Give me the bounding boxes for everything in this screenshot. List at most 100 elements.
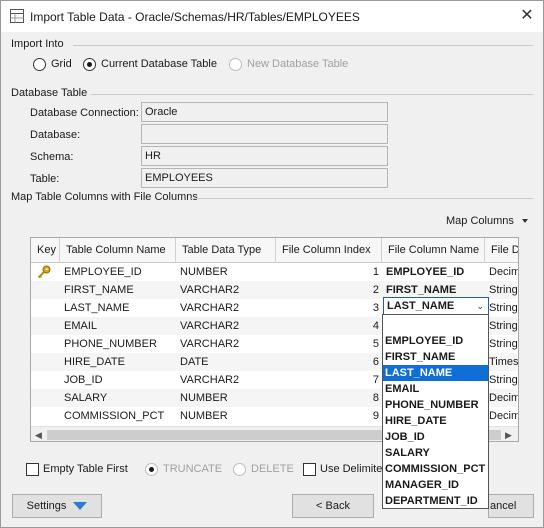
file-data-type-cell[interactable]: String: [485, 299, 518, 317]
header-table-data-type[interactable]: Table Data Type: [176, 238, 276, 263]
header-table-column-name[interactable]: Table Column Name: [60, 238, 176, 263]
table-data-type-cell[interactable]: DATE: [176, 353, 276, 371]
table-data-type-cell[interactable]: VARCHAR2: [176, 317, 276, 335]
map-columns-button[interactable]: Map Columns: [446, 215, 528, 227]
table-column-name-cell[interactable]: PHONE_NUMBER: [60, 335, 176, 353]
table-data-type-cell[interactable]: VARCHAR2: [176, 335, 276, 353]
empty-table-first-label: Empty Table First: [43, 463, 128, 475]
header-file-column-index[interactable]: File Column Index: [276, 238, 382, 263]
radio-new-table-label: New Database Table: [247, 58, 349, 70]
map-columns-label: Map Columns: [446, 215, 514, 227]
delete-label: DELETE: [251, 463, 294, 475]
dropdown-option[interactable]: FIRST_NAME: [383, 349, 488, 365]
file-data-type-cell[interactable]: String: [485, 317, 518, 335]
table-data-type-cell[interactable]: NUMBER: [176, 389, 276, 407]
import-into-label: Import Into: [11, 38, 64, 50]
file-data-type-cell[interactable]: String: [485, 335, 518, 353]
radio-truncate[interactable]: TRUNCATE: [145, 462, 222, 476]
radio-button[interactable]: [145, 462, 158, 476]
file-data-type-cell[interactable]: Decim: [485, 263, 518, 281]
header-file-column-name[interactable]: File Column Name: [382, 238, 485, 263]
radio-grid[interactable]: Grid: [33, 57, 72, 71]
file-data-type-cell[interactable]: String: [485, 371, 518, 389]
table-row[interactable]: EMPLOYEE_ID NUMBER 1 EMPLOYEE_ID Decim: [31, 263, 518, 281]
dropdown-option[interactable]: LAST_NAME: [383, 365, 488, 381]
table-import-icon: [10, 9, 24, 23]
radio-button[interactable]: [33, 57, 46, 71]
table-column-name-cell[interactable]: HIRE_DATE: [60, 353, 176, 371]
table-data-type-cell[interactable]: NUMBER: [176, 407, 276, 425]
file-column-index-cell[interactable]: 1: [276, 263, 381, 281]
file-column-index-cell[interactable]: 3: [276, 299, 381, 317]
radio-new-database-table[interactable]: New Database Table: [229, 57, 348, 71]
header-file-data-type[interactable]: File D: [485, 238, 518, 263]
schema-label: Schema:: [30, 151, 74, 163]
truncate-label: TRUNCATE: [163, 463, 223, 475]
checkbox[interactable]: [26, 462, 39, 476]
file-column-index-cell[interactable]: 9: [276, 407, 381, 425]
empty-table-first-checkbox[interactable]: Empty Table First: [26, 462, 128, 476]
database-field[interactable]: [141, 124, 388, 144]
table-field[interactable]: EMPLOYEES: [141, 168, 388, 188]
dropdown-option[interactable]: DEPARTMENT_ID: [383, 493, 488, 509]
table-data-type-cell[interactable]: VARCHAR2: [176, 281, 276, 299]
table-column-name-cell[interactable]: EMPLOYEE_ID: [60, 263, 176, 281]
cancel-button[interactable]: ancel: [488, 494, 534, 518]
file-column-index-cell[interactable]: 5: [276, 335, 381, 353]
file-column-index-cell[interactable]: 8: [276, 389, 381, 407]
table-column-name-cell[interactable]: COMMISSION_PCT: [60, 407, 176, 425]
chevron-down-icon[interactable]: ⌄: [476, 301, 484, 312]
checkbox[interactable]: [303, 462, 316, 476]
caret-down-icon: [521, 219, 528, 224]
scroll-left-icon[interactable]: ◀: [35, 430, 42, 440]
table-column-name-cell[interactable]: SALARY: [60, 389, 176, 407]
divider: [91, 94, 533, 95]
table-data-type-cell[interactable]: VARCHAR2: [176, 371, 276, 389]
table-column-name-cell[interactable]: LAST_NAME: [60, 299, 176, 317]
file-column-dropdown-list[interactable]: EMPLOYEE_ID FIRST_NAME LAST_NAME EMAIL PHONE…: [382, 314, 489, 509]
table-column-name-cell[interactable]: JOB_ID: [60, 371, 176, 389]
file-data-type-cell[interactable]: String: [485, 281, 518, 299]
header-key[interactable]: Key: [31, 238, 60, 263]
radio-button[interactable]: [83, 57, 96, 71]
dropdown-option[interactable]: EMPLOYEE_ID: [383, 333, 488, 349]
radio-current-database-table[interactable]: Current Database Table: [83, 57, 217, 71]
dropdown-option[interactable]: HIRE_DATE: [383, 413, 488, 429]
dropdown-option[interactable]: SALARY: [383, 445, 488, 461]
dropdown-option[interactable]: JOB_ID: [383, 429, 488, 445]
close-icon[interactable]: ✕: [517, 6, 537, 26]
import-dialog: Import Table Data - Oracle/Schemas/HR/Ta…: [0, 0, 544, 528]
back-button[interactable]: < Back: [292, 494, 374, 518]
table-column-name-cell[interactable]: FIRST_NAME: [60, 281, 176, 299]
scroll-right-icon[interactable]: ▶: [505, 430, 512, 440]
dropdown-option[interactable]: MANAGER_ID: [383, 477, 488, 493]
database-connection-field[interactable]: Oracle: [141, 102, 388, 122]
table-data-type-cell[interactable]: VARCHAR2: [176, 299, 276, 317]
radio-button[interactable]: [229, 57, 242, 71]
table-column-name-cell[interactable]: EMAIL: [60, 317, 176, 335]
file-data-type-cell[interactable]: Decim: [485, 407, 518, 425]
table-data-type-cell[interactable]: NUMBER: [176, 263, 276, 281]
radio-delete[interactable]: DELETE: [233, 462, 294, 476]
schema-field[interactable]: HR: [141, 146, 388, 166]
dropdown-option[interactable]: COMMISSION_PCT: [383, 461, 488, 477]
file-column-name-combo[interactable]: LAST_NAME ⌄: [383, 297, 489, 315]
vertical-scrollbar[interactable]: ▲: [518, 263, 519, 442]
dropdown-option[interactable]: PHONE_NUMBER: [383, 397, 488, 413]
use-delimited-checkbox[interactable]: Use Delimite: [303, 462, 382, 476]
file-column-index-cell[interactable]: 6: [276, 353, 381, 371]
file-data-type-cell[interactable]: Decim: [485, 389, 518, 407]
radio-current-table-label: Current Database Table: [101, 58, 217, 70]
file-column-index-cell[interactable]: 7: [276, 371, 381, 389]
settings-label: Settings: [26, 500, 67, 512]
file-data-type-cell[interactable]: Times: [485, 353, 518, 371]
file-column-index-cell[interactable]: 2: [276, 281, 381, 299]
use-delimited-label: Use Delimite: [320, 463, 383, 475]
dropdown-option[interactable]: EMAIL: [383, 381, 488, 397]
file-column-name-cell[interactable]: EMPLOYEE_ID: [382, 263, 485, 281]
radio-button[interactable]: [233, 462, 246, 476]
dropdown-option[interactable]: [383, 317, 488, 333]
file-column-index-cell[interactable]: 4: [276, 317, 381, 335]
window-title: Import Table Data - Oracle/Schemas/HR/Ta…: [30, 10, 360, 24]
settings-button[interactable]: Settings: [12, 494, 102, 518]
